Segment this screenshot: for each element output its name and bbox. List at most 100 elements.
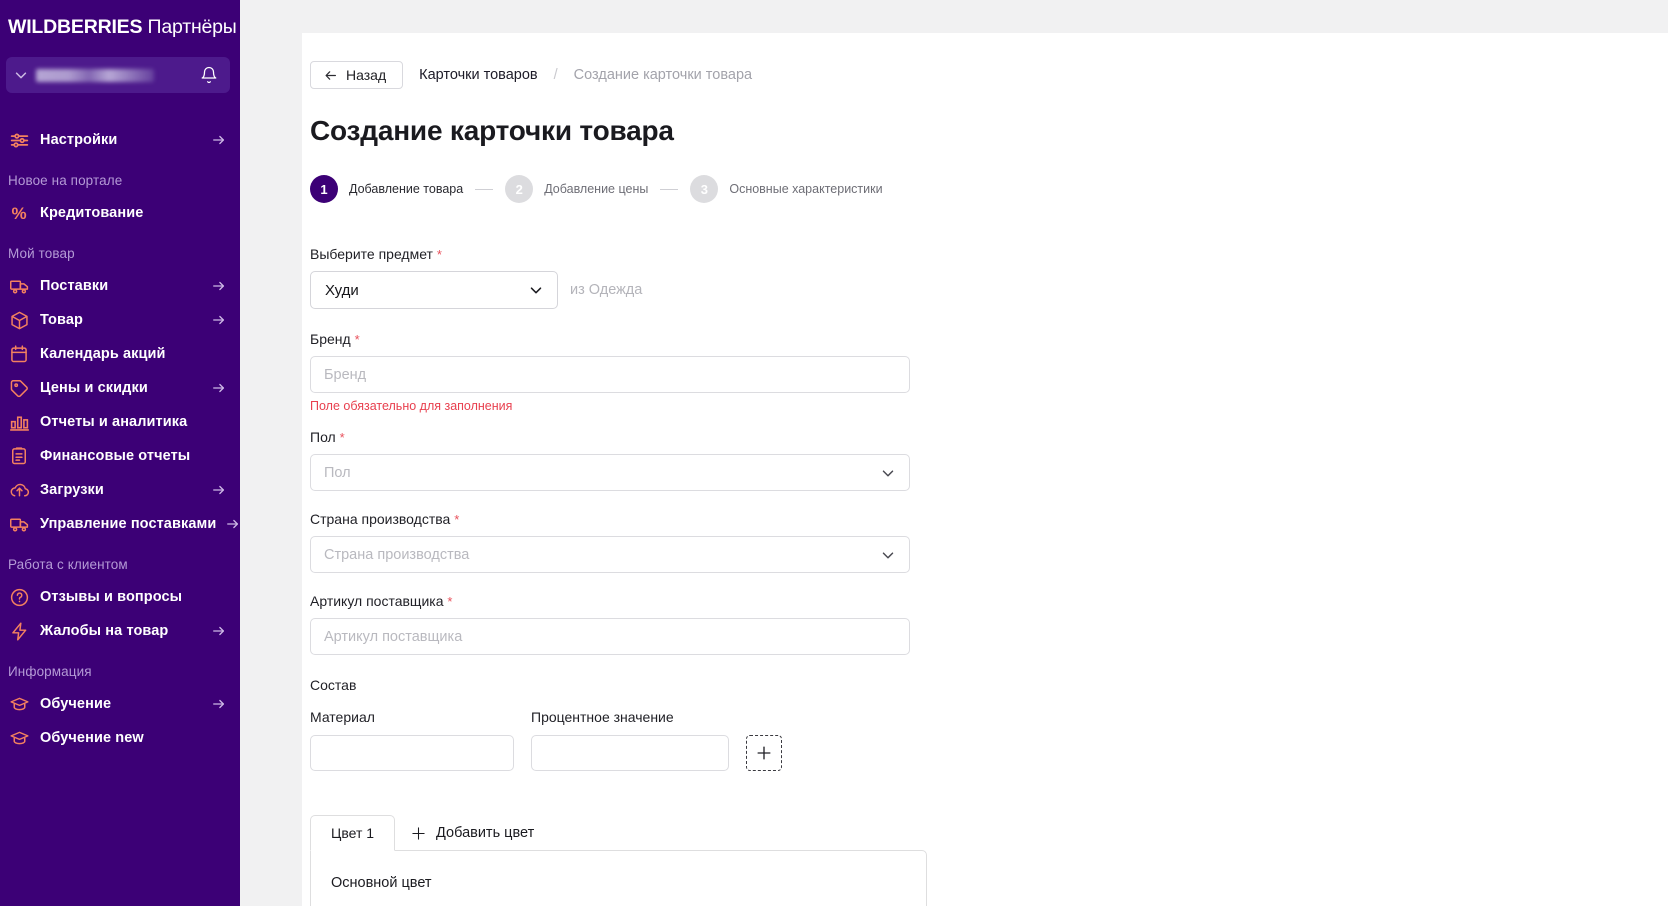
sidebar-item-postavki[interactable]: Поставки <box>0 269 240 303</box>
field-composition: Состав Материал Процентное значение <box>310 677 1668 771</box>
chevron-down-icon <box>15 72 27 79</box>
brand-input[interactable] <box>310 356 910 393</box>
logo-brand: WILDBERRIES <box>8 16 143 38</box>
step-connector <box>660 188 679 190</box>
subject-select-value: Худи <box>325 281 359 299</box>
country-select-placeholder: Страна производства <box>324 546 470 563</box>
graduation-cap-icon <box>8 693 30 715</box>
sidebar-item-label: Обучение new <box>40 730 144 746</box>
sidebar-item-upravlenie-postavkami[interactable]: Управление поставками <box>0 507 240 541</box>
chevron-down-icon <box>530 287 542 294</box>
arrow-right-icon <box>213 281 225 291</box>
required-marker: * <box>447 594 453 609</box>
plus-icon <box>757 746 771 760</box>
arrow-right-icon <box>213 383 225 393</box>
material-input[interactable] <box>310 735 514 771</box>
percent-input[interactable] <box>531 735 729 771</box>
account-switcher[interactable] <box>6 57 230 93</box>
sidebar-item-finansovye-otchety[interactable]: Финансовые отчеты <box>0 439 240 473</box>
country-select[interactable]: Страна производства <box>310 536 910 573</box>
arrow-right-icon <box>213 135 225 145</box>
subject-select[interactable]: Худи <box>310 271 558 309</box>
sidebar-item-label: Товар <box>40 312 83 328</box>
percent-icon: % <box>11 203 27 223</box>
field-brand: Бренд * Поле обязательно для заполнения <box>310 331 1668 413</box>
field-country-label: Страна производства * <box>310 511 1668 527</box>
step-1[interactable]: 1 Добавление товара <box>310 175 463 203</box>
material-label: Материал <box>310 709 375 725</box>
sidebar-item-label: Управление поставками <box>40 516 217 532</box>
field-brand-label: Бренд * <box>310 331 1668 347</box>
add-color-label: Добавить цвет <box>436 825 535 841</box>
step-number: 3 <box>690 175 719 203</box>
app-logo[interactable]: WILDBERRIES Партнёры <box>0 0 240 39</box>
field-country: Страна производства * Страна производств… <box>310 511 1668 573</box>
sidebar-item-obuchenie[interactable]: Обучение <box>0 687 240 721</box>
sidebar-item-tovar[interactable]: Товар <box>0 303 240 337</box>
logo-sub: Партнёры <box>147 16 237 38</box>
add-composition-button[interactable] <box>746 735 782 771</box>
arrow-right-icon <box>213 485 225 495</box>
tag-icon <box>8 377 30 399</box>
account-name-redacted <box>36 68 154 82</box>
product-form: Выберите предмет * Худи из Одежда Бренд … <box>310 246 1668 906</box>
article-input[interactable] <box>310 618 910 655</box>
breadcrumb: Назад Карточки товаров / Создание карточ… <box>310 61 1668 89</box>
label-text: Выберите предмет <box>310 246 433 262</box>
field-subject-label: Выберите предмет * <box>310 246 1668 262</box>
bell-icon[interactable] <box>200 65 218 85</box>
field-article-label: Артикул поставщика * <box>310 593 1668 609</box>
composition-percent: Процентное значение <box>531 709 729 771</box>
sliders-icon <box>8 129 30 151</box>
breadcrumb-parent-link[interactable]: Карточки товаров <box>419 67 538 83</box>
label-text: Артикул поставщика <box>310 593 444 609</box>
content-panel: Назад Карточки товаров / Создание карточ… <box>302 33 1668 906</box>
primary-color-label: Основной цвет <box>331 875 432 891</box>
sidebar-item-kreditovanie[interactable]: % Кредитование <box>0 196 240 230</box>
sidebar-item-kalendar-akciy[interactable]: Календарь акций <box>0 337 240 371</box>
sidebar-item-label: Обучение <box>40 696 112 712</box>
subject-hint: из Одежда <box>570 282 643 298</box>
step-number: 2 <box>505 175 534 203</box>
sidebar-item-otchety-i-analitika[interactable]: Отчеты и аналитика <box>0 405 240 439</box>
page-title: Создание карточки товара <box>310 115 674 146</box>
sidebar-item-label: Финансовые отчеты <box>40 448 191 464</box>
arrow-left-icon <box>325 70 336 80</box>
back-button[interactable]: Назад <box>310 61 404 89</box>
sidebar: WILDBERRIES Партнёры Настройки Новое на … <box>0 0 240 906</box>
bar-chart-icon <box>8 411 30 433</box>
sidebar-item-label: Календарь акций <box>40 346 166 362</box>
sidebar-item-label: Настройки <box>40 132 118 148</box>
step-3[interactable]: 3 Основные характеристики <box>690 175 883 203</box>
truck-icon <box>8 275 30 297</box>
gender-select-placeholder: Пол <box>324 464 351 481</box>
step-number: 1 <box>310 175 338 203</box>
gender-select[interactable]: Пол <box>310 454 910 491</box>
step-2[interactable]: 2 Добавление цены <box>505 175 648 203</box>
required-marker: * <box>339 430 345 445</box>
step-label: Добавление товара <box>349 182 464 196</box>
add-color-button[interactable]: Добавить цвет <box>395 815 548 851</box>
main-area: Назад Карточки товаров / Создание карточ… <box>240 0 1668 906</box>
sidebar-item-zagruzki[interactable]: Загрузки <box>0 473 240 507</box>
colors-section: Цвет 1 Добавить цвет Основной цвет <box>310 815 1668 906</box>
sidebar-item-ceny-i-skidki[interactable]: Цены и скидки <box>0 371 240 405</box>
arrow-right-icon <box>227 519 239 529</box>
chevron-down-icon <box>882 551 894 558</box>
truck-icon <box>8 513 30 535</box>
sidebar-item-label: Кредитование <box>40 205 144 221</box>
tab-color-1[interactable]: Цвет 1 <box>310 815 396 851</box>
step-connector <box>475 188 494 190</box>
sidebar-item-otzyvy-i-voprosy[interactable]: Отзывы и вопросы <box>0 580 240 614</box>
field-article: Артикул поставщика * <box>310 593 1668 655</box>
arrow-right-icon <box>213 315 225 325</box>
field-gender-label: Пол * <box>310 429 1668 445</box>
sidebar-item-obuchenie-new[interactable]: Обучение new <box>0 721 240 755</box>
sidebar-item-zhaloby-na-tovar[interactable]: Жалобы на товар <box>0 614 240 648</box>
bolt-icon <box>8 620 30 642</box>
sidebar-item-settings[interactable]: Настройки <box>0 123 240 157</box>
percent-label: Процентное значение <box>531 709 674 725</box>
calendar-icon <box>8 343 30 365</box>
sidebar-item-label: Цены и скидки <box>40 380 148 396</box>
graduation-cap-icon <box>8 727 30 749</box>
